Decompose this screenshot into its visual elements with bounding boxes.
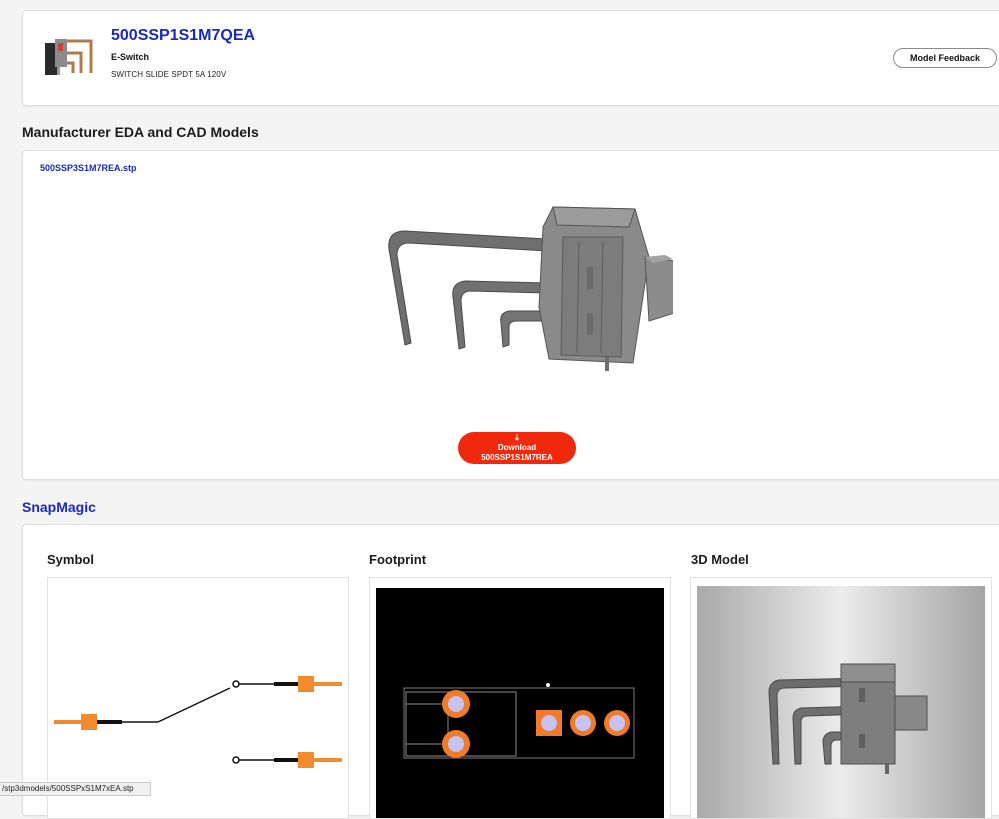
symbol-panel-title: Symbol	[47, 552, 94, 567]
snapmagic-section-title[interactable]: SnapMagic	[22, 499, 96, 515]
3d-model-panel-title: 3D Model	[691, 552, 749, 567]
download-label: Download	[497, 443, 537, 452]
model-file-link[interactable]: 500SSP3S1M7REA.stp	[40, 163, 137, 173]
snapmagic-card: Symbol Footprint 3D Model	[22, 524, 999, 819]
part-number-link[interactable]: 500SSP1S1M7QEA	[111, 27, 255, 45]
download-filename: 500SSP1S1M7REA	[481, 453, 553, 462]
product-description: SWITCH SLIDE SPDT 5A 120V	[111, 70, 227, 79]
footprint-panel-title: Footprint	[369, 552, 427, 567]
3d-model-preview[interactable]	[690, 577, 992, 819]
eda-model-card: 500SSP3S1M7REA.stp ⤓ Download 500SSP1S1M…	[22, 150, 999, 480]
product-thumbnail	[45, 39, 93, 75]
product-card: 500SSP1S1M7QEA E-Switch SWITCH SLIDE SPD…	[22, 10, 999, 106]
download-model-button[interactable]: ⤓ Download 500SSP1S1M7REA	[458, 432, 576, 464]
cad-model-render[interactable]	[353, 197, 673, 387]
3d-model-drawing	[697, 586, 985, 818]
eda-section-title: Manufacturer EDA and CAD Models	[22, 124, 259, 140]
model-feedback-button[interactable]: Model Feedback	[893, 48, 997, 68]
footprint-drawing	[376, 588, 664, 818]
download-icon: ⤓	[515, 433, 519, 442]
footprint-preview[interactable]	[369, 577, 671, 819]
manufacturer-name[interactable]: E-Switch	[111, 52, 149, 62]
